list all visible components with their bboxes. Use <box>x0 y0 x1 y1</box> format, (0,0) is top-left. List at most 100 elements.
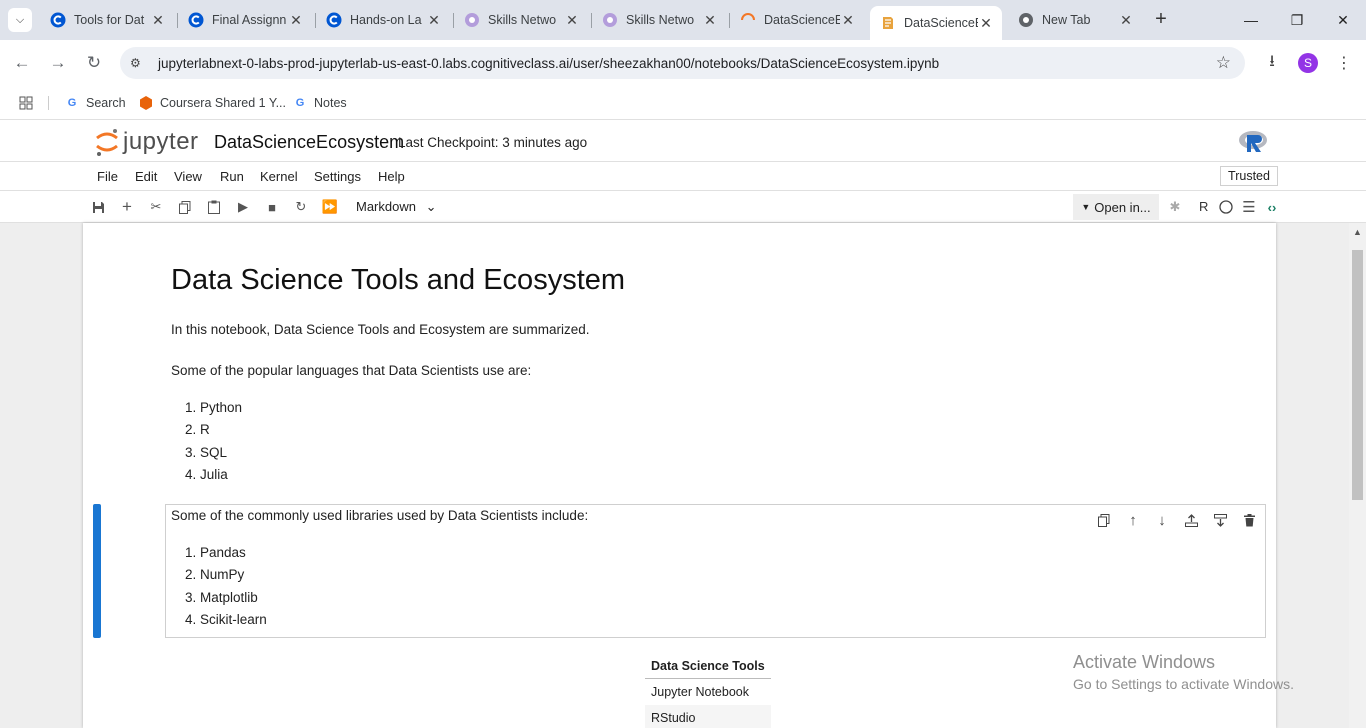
arrow-right-icon: → <box>49 53 67 72</box>
trusted-indicator[interactable]: Trusted <box>1220 166 1278 186</box>
open-in-button[interactable]: ▼ Open in... <box>1073 194 1159 220</box>
bookmark-search[interactable]: G Search <box>64 93 126 113</box>
site-info-icon[interactable]: ⚙ <box>130 56 152 70</box>
notebook-icon <box>880 15 896 31</box>
address-bar[interactable]: ⚙ jupyterlabnext-0-labs-prod-jupyterlab-… <box>120 47 1245 79</box>
caret-down-icon: ▼ <box>1081 202 1091 212</box>
tools-table: Data Science Tools Jupyter Notebook RStu… <box>645 654 771 728</box>
delete-cell-icon[interactable] <box>1240 512 1258 528</box>
bookmark-notes[interactable]: G Notes <box>292 93 347 113</box>
notebook-heading: Data Science Tools and Ecosystem <box>171 264 626 296</box>
active-cell-indicator[interactable] <box>93 504 101 638</box>
apps-grid-icon <box>18 95 34 111</box>
save-icon[interactable] <box>89 198 107 216</box>
menu-run[interactable]: Run <box>220 169 244 184</box>
reload-icon: ↻ <box>86 53 102 72</box>
kernel-name[interactable]: R <box>1199 199 1208 214</box>
coursera-c-icon <box>326 12 342 28</box>
tab-title: DataScienceE <box>764 13 840 27</box>
activate-windows-watermark: Activate Windows Go to Settings to activ… <box>1073 652 1294 692</box>
browser-tab-8[interactable]: New Tab ✕ <box>1008 0 1142 40</box>
run-icon[interactable]: ▶ <box>234 198 252 216</box>
list-item: 4. Julia <box>185 467 228 482</box>
browser-tab-1[interactable]: Tools for Dat ✕ <box>40 0 174 40</box>
scroll-thumb[interactable] <box>1352 250 1363 500</box>
insert-below-icon[interactable] <box>1211 512 1229 528</box>
open-in-label: Open in... <box>1094 199 1151 215</box>
insert-above-icon[interactable] <box>1182 512 1200 528</box>
bookmark-star-icon[interactable]: ☆ <box>1216 53 1231 73</box>
duplicate-cell-icon[interactable] <box>1095 512 1113 528</box>
list-item: 2. NumPy <box>185 567 245 582</box>
cell-type-select[interactable]: Markdown ⌄ <box>356 199 437 215</box>
browser-tab-5[interactable]: Skills Netwo ✕ <box>592 0 726 40</box>
menu-settings[interactable]: Settings <box>314 169 361 184</box>
cut-icon[interactable]: ✂ <box>147 198 165 216</box>
profile-avatar[interactable]: S <box>1298 53 1318 73</box>
browser-tab-6[interactable]: DataScienceE ✕ <box>730 0 864 40</box>
menu-lines-icon[interactable]: ☰ <box>1240 198 1258 216</box>
minimize-button[interactable]: — <box>1228 0 1274 40</box>
vertical-scrollbar[interactable]: ▲ <box>1349 223 1366 728</box>
scroll-up-arrow-icon[interactable]: ▲ <box>1353 227 1362 237</box>
menu-kernel[interactable]: Kernel <box>260 169 298 184</box>
cell-type-value: Markdown <box>356 199 416 214</box>
forward-button[interactable]: → <box>46 51 70 75</box>
browser-tab-3[interactable]: Hands-on La ✕ <box>316 0 450 40</box>
close-tab-icon[interactable]: ✕ <box>840 12 856 29</box>
list-item: 1. Pandas <box>185 545 246 560</box>
jupyter-menu-bar: File Edit View Run Kernel Settings Help … <box>0 162 1366 191</box>
menu-file[interactable]: File <box>97 169 118 184</box>
reload-button[interactable]: ↻ <box>82 51 106 75</box>
copy-icon[interactable] <box>176 198 194 216</box>
browser-tab-strip: ⌵ Tools for Dat ✕ Final Assignn ✕ Hands-… <box>0 0 1366 40</box>
close-tab-icon[interactable]: ✕ <box>426 12 442 29</box>
close-tab-icon[interactable]: ✕ <box>1118 12 1134 29</box>
browser-tab-2[interactable]: Final Assignn ✕ <box>178 0 312 40</box>
close-tab-icon[interactable]: ✕ <box>288 12 304 29</box>
tab-title: Hands-on La <box>350 13 422 27</box>
kernel-status-icon <box>1217 198 1235 216</box>
tab-title: DataScienceE <box>904 16 978 30</box>
debugger-icon[interactable]: ✱ <box>1166 198 1184 216</box>
close-tab-icon[interactable]: ✕ <box>702 12 718 29</box>
back-button[interactable]: ← <box>10 51 34 75</box>
menu-edit[interactable]: Edit <box>135 169 157 184</box>
menu-view[interactable]: View <box>174 169 202 184</box>
minimize-icon: — <box>1244 12 1258 28</box>
list-item: 3. SQL <box>185 445 228 460</box>
close-tab-icon[interactable]: ✕ <box>564 12 580 29</box>
jupyter-wordmark: jupyter <box>123 128 199 155</box>
tab-title: New Tab <box>1042 13 1091 27</box>
list-item: 1. Python <box>185 400 243 415</box>
coursera-shared-icon <box>138 95 154 111</box>
table-row: RStudio <box>645 705 771 728</box>
notebook-title[interactable]: DataScienceEcosystem <box>214 132 404 153</box>
close-tab-icon[interactable]: ✕ <box>978 15 994 32</box>
more-vert-icon[interactable]: ⋮ <box>1332 51 1356 75</box>
paste-icon[interactable] <box>205 198 223 216</box>
add-cell-icon[interactable]: + <box>118 197 136 216</box>
close-tab-icon[interactable]: ✕ <box>150 12 166 29</box>
browser-tab-7-active[interactable]: DataScienceE ✕ <box>870 6 1002 40</box>
new-tab-button[interactable]: + <box>1150 9 1172 31</box>
bookmark-label: Coursera Shared 1 Y... <box>160 96 287 110</box>
menu-help[interactable]: Help <box>378 169 405 184</box>
fast-forward-icon[interactable]: ⏩ <box>321 198 339 216</box>
bookmark-label: Search <box>86 96 126 110</box>
browser-tab-4[interactable]: Skills Netwo ✕ <box>454 0 588 40</box>
jupyter-logo[interactable]: jupyter <box>95 127 199 157</box>
apps-button[interactable] <box>18 93 40 113</box>
bookmark-coursera-shared[interactable]: Coursera Shared 1 Y... <box>138 93 286 113</box>
restore-button[interactable]: ❐ <box>1274 0 1320 40</box>
move-up-icon[interactable]: ↑ <box>1124 512 1142 529</box>
close-window-button[interactable]: ✕ <box>1320 0 1366 40</box>
code-icon[interactable]: ‹› <box>1263 198 1281 216</box>
restart-icon[interactable]: ↻ <box>292 198 310 216</box>
stop-icon[interactable]: ■ <box>263 198 281 216</box>
download-icon[interactable]: ⭳ <box>1260 51 1284 75</box>
move-down-icon[interactable]: ↓ <box>1153 512 1171 529</box>
close-icon: ✕ <box>1337 11 1349 28</box>
tab-search-button[interactable]: ⌵ <box>8 8 32 32</box>
restore-icon: ❐ <box>1290 11 1304 28</box>
